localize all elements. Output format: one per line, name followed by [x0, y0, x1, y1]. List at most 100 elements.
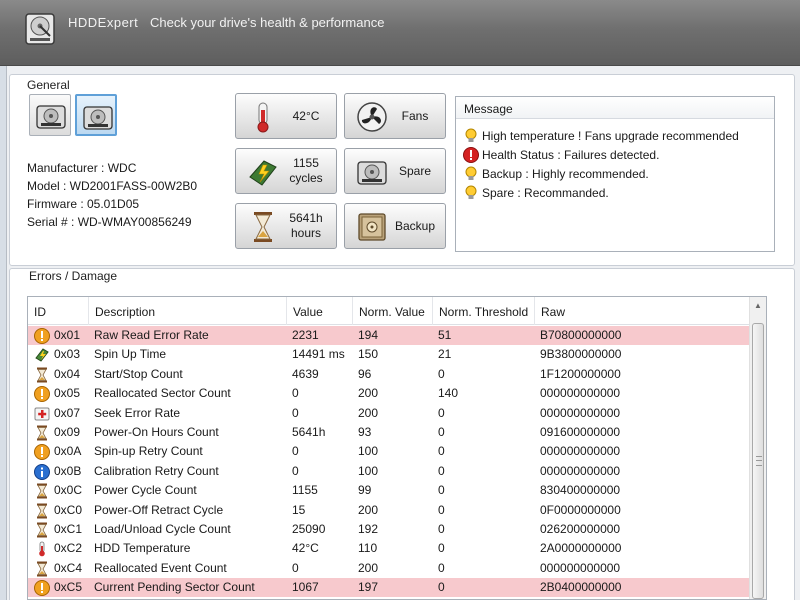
table-row[interactable]: 0x0B Calibration Retry Count 0 100 0 00000000… — [28, 462, 750, 481]
cell-norm: 192 — [358, 522, 379, 536]
cell-thresh: 0 — [438, 405, 445, 420]
cell-norm: 194 — [358, 328, 379, 342]
cycles-value: 1155 — [293, 156, 319, 170]
backup-tile[interactable]: Backup — [344, 203, 446, 249]
drive-button-1[interactable] — [29, 94, 71, 136]
hourglass-icon — [34, 367, 50, 383]
table-row[interactable]: 0x05 Reallocated Sector Count 0 200 140 00000… — [28, 384, 750, 403]
message-item[interactable]: Backup : Highly recommended. — [462, 164, 770, 183]
cell-desc: Start/Stop Count — [94, 366, 183, 381]
cell-id: 0x01 — [54, 328, 81, 342]
cell-thresh: 0 — [438, 502, 445, 517]
app-header: HDDExpert Check your drive's health & pe… — [0, 0, 800, 66]
cell-id: 0x03 — [54, 347, 81, 362]
cell-norm: 197 — [358, 580, 379, 595]
cell-norm: 100 — [358, 463, 379, 478]
cell-desc: Reallocated Event Count — [94, 560, 227, 575]
cell-norm: 93 — [358, 425, 372, 439]
table-row[interactable]: 0x0C Power Cycle Count 1155 99 0 830400000000 — [28, 481, 750, 500]
cell-thresh: 0 — [438, 463, 445, 478]
fans-tile[interactable]: Fans — [344, 93, 446, 139]
cell-raw: 000000000000 — [540, 386, 621, 401]
table-row[interactable]: 0xC5 Current Pending Sector Count 1067 197 0… — [28, 578, 750, 598]
column-header-norm-threshold[interactable]: Norm. Threshold — [432, 297, 534, 325]
drive-button-2[interactable] — [75, 94, 117, 136]
table-row[interactable]: 0xC2 HDD Temperature 42°C 110 0 2A0000000000 — [28, 539, 750, 558]
cell-thresh: 51 — [438, 328, 452, 342]
cell-value: 0 — [292, 405, 299, 420]
vertical-scrollbar[interactable]: ▲ — [749, 297, 766, 599]
cell-value: 0 — [292, 560, 299, 575]
hourglass-icon — [34, 425, 50, 441]
spare-tile[interactable]: Spare — [344, 148, 446, 194]
table-row[interactable]: 0x09 Power-On Hours Count 5641h 93 0 09160000… — [28, 423, 750, 442]
cell-raw: 026200000000 — [540, 522, 621, 536]
hourglass-icon — [246, 210, 280, 244]
message-item[interactable]: Spare : Recommanded. — [462, 183, 770, 202]
app-name: HDDExpert — [68, 15, 139, 30]
cell-desc: Seek Error Rate — [94, 405, 181, 420]
table-row[interactable]: 0x04 Start/Stop Count 4639 96 0 1F1200000000 — [28, 365, 750, 384]
cell-norm: 110 — [358, 541, 378, 556]
scroll-up-icon[interactable]: ▲ — [753, 301, 763, 311]
message-text: Health Status : Failures detected. — [482, 147, 660, 162]
cell-value: 1067 — [292, 580, 319, 595]
cycles-label: cycles — [289, 171, 323, 185]
warning-icon — [34, 444, 50, 461]
table-row[interactable]: 0x0A Spin-up Retry Count 0 100 0 000000000000 — [28, 442, 750, 461]
column-header-value[interactable]: Value — [286, 297, 352, 325]
message-item[interactable]: Health Status : Failures detected. — [462, 145, 770, 164]
temperature-tile[interactable]: 42°C — [235, 93, 337, 139]
column-header-raw[interactable]: Raw — [534, 297, 750, 325]
smart-attributes-table[interactable]: ID Description Value Norm. Value Norm. T… — [27, 296, 767, 600]
serial-text: Serial # : WD-WMAY00856249 — [27, 215, 192, 229]
cell-norm: 150 — [358, 347, 379, 362]
table-row[interactable]: 0xC0 Power-Off Retract Cycle 15 200 0 0F00000… — [28, 501, 750, 520]
cell-desc: Power-On Hours Count — [94, 425, 219, 439]
cell-raw: 091600000000 — [540, 425, 621, 439]
cell-raw: 000000000000 — [540, 405, 621, 420]
cell-value: 42°C — [292, 541, 319, 556]
spare-label: Spare — [398, 163, 432, 178]
cell-thresh: 0 — [438, 560, 445, 575]
cell-norm: 96 — [358, 366, 372, 381]
cell-raw: 000000000000 — [540, 560, 621, 575]
cell-norm: 200 — [358, 405, 379, 420]
column-header-id[interactable]: ID — [28, 297, 88, 325]
table-row[interactable]: 0xC1 Load/Unload Cycle Count 25090 192 0 0262… — [28, 520, 750, 539]
message-text: Backup : Highly recommended. — [482, 166, 649, 181]
cell-value: 25090 — [292, 522, 326, 536]
cell-desc: Spin-up Retry Count — [94, 444, 203, 459]
hard-drive-icon — [355, 155, 389, 189]
grip-icon — [756, 456, 762, 466]
hourglass-icon — [34, 483, 50, 499]
message-list[interactable]: Message High temperature ! Fans upgrade … — [455, 96, 775, 252]
column-header-norm-value[interactable]: Norm. Value — [352, 297, 432, 325]
hours-value: 5641h — [289, 211, 323, 225]
hard-drive-icon — [24, 10, 56, 46]
table-row[interactable]: 0xC4 Reallocated Event Count 0 200 0 00000000… — [28, 559, 750, 578]
cell-thresh: 140 — [438, 386, 459, 401]
cell-id: 0xC1 — [54, 522, 83, 536]
cell-value: 14491 ms — [292, 347, 345, 362]
scrollbar-thumb[interactable] — [752, 323, 764, 599]
message-item[interactable]: High temperature ! Fans upgrade recommen… — [462, 126, 770, 145]
table-row[interactable]: 0x01 Raw Read Error Rate 2231 194 51 B7080000… — [28, 326, 750, 345]
cell-raw: B70800000000 — [540, 328, 622, 342]
cell-thresh: 21 — [438, 347, 452, 362]
table-header: ID Description Value Norm. Value Norm. T… — [28, 297, 750, 325]
hourglass-icon — [34, 503, 50, 519]
cell-id: 0x07 — [54, 405, 81, 420]
hours-tile[interactable]: 5641h hours — [235, 203, 337, 249]
firmware-text: Firmware : 05.01D05 — [27, 197, 140, 211]
warning-icon — [34, 580, 50, 597]
cell-raw: 000000000000 — [540, 444, 621, 459]
table-row[interactable]: 0x03 Spin Up Time 14491 ms 150 21 9B380000000… — [28, 345, 750, 364]
column-header-description[interactable]: Description — [88, 297, 286, 325]
cell-norm: 200 — [358, 386, 379, 401]
cell-id: 0xC5 — [54, 580, 83, 595]
table-row[interactable]: 0x07 Seek Error Rate 0 200 0 000000000000 — [28, 404, 750, 423]
first-aid-icon — [34, 406, 50, 422]
cycles-tile[interactable]: 1155 cycles — [235, 148, 337, 194]
model-text: Model : WD2001FASS-00W2B0 — [27, 179, 198, 193]
